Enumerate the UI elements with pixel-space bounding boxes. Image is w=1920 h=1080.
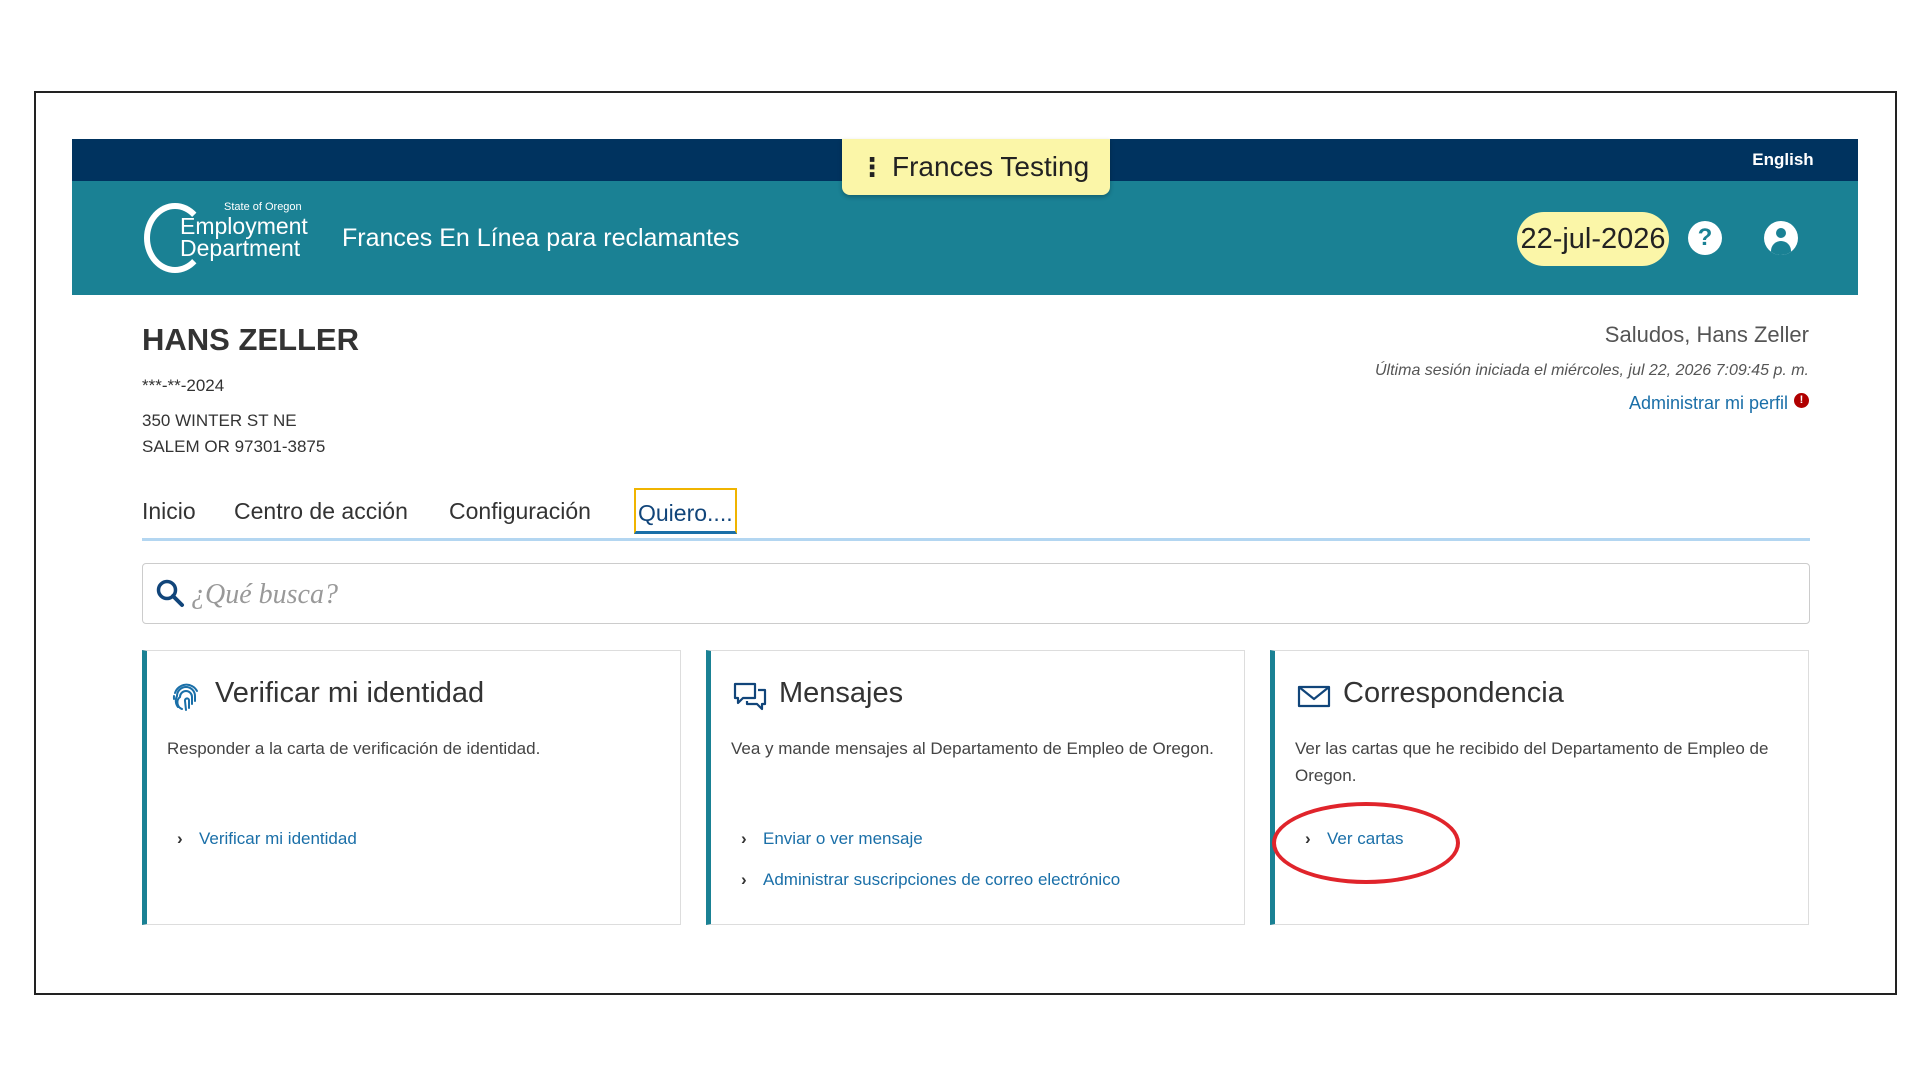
chat-bubbles-icon xyxy=(733,682,767,711)
claimant-name: HANS ZELLER xyxy=(142,322,359,357)
claimant-address-line2: SALEM OR 97301-3875 xyxy=(142,437,326,456)
greeting: Saludos, Hans Zeller xyxy=(1604,322,1809,347)
annotation-circle xyxy=(1272,802,1460,884)
envelope-icon xyxy=(1297,685,1331,708)
user-icon-head xyxy=(1776,228,1786,238)
card-title: Correspondencia xyxy=(1343,677,1564,709)
user-icon-body xyxy=(1771,241,1791,255)
tab-centro-de-accion[interactable]: Centro de acción xyxy=(234,488,408,534)
last-login-info: Última sesión iniciada el miércoles, jul… xyxy=(1375,362,1809,379)
claimant-ssn: ***-**-2024 xyxy=(142,376,225,395)
logo-text-line1: Employment xyxy=(180,213,308,239)
manage-profile-label: Administrar mi perfil xyxy=(1628,393,1788,413)
logo-text-line2: Department xyxy=(180,235,301,261)
card-description: Responder a la carta de verificación de … xyxy=(167,739,541,758)
link-label: Administrar suscripciones de correo elec… xyxy=(763,870,1121,889)
card-title: Verificar mi identidad xyxy=(215,677,485,709)
question-circle-icon[interactable]: ? xyxy=(1688,221,1722,255)
chevron-right-icon: › xyxy=(741,870,747,889)
claimant-address-line1: 350 WINTER ST NE xyxy=(142,411,297,430)
tab-quiero[interactable]: Quiero.... xyxy=(634,488,737,534)
environment-menu-tab[interactable]: ⋮ Frances Testing xyxy=(842,139,1110,195)
link-label: Enviar o ver mensaje xyxy=(763,829,923,848)
language-link[interactable]: English xyxy=(1708,139,1858,181)
link-enviar-mensaje[interactable]: › Enviar o ver mensaje xyxy=(741,829,923,849)
card-verificar-identidad: Verificar mi identidad Responder a la ca… xyxy=(142,650,681,925)
manage-profile-link[interactable]: Administrar mi perfil! xyxy=(1629,393,1809,414)
card-correspondencia: Correspondencia Ver las cartas que he re… xyxy=(1270,650,1809,925)
alert-badge-icon: ! xyxy=(1794,393,1809,408)
link-label: Verificar mi identidad xyxy=(199,829,357,848)
search-input[interactable] xyxy=(189,572,1793,618)
chevron-right-icon: › xyxy=(741,829,747,848)
app-header: State of Oregon Employment Department Fr… xyxy=(72,181,1858,295)
app-title: Frances En Línea para reclamantes xyxy=(342,224,740,252)
current-date-badge: 22-jul-2026 xyxy=(1517,212,1669,266)
user-circle-icon[interactable] xyxy=(1764,221,1798,255)
chevron-right-icon: › xyxy=(177,829,183,848)
employment-department-logo[interactable]: State of Oregon Employment Department xyxy=(144,199,314,279)
environment-label: Frances Testing xyxy=(892,151,1090,182)
link-verificar-identidad[interactable]: › Verificar mi identidad xyxy=(177,829,357,849)
card-description: Vea y mande mensajes al Departamento de … xyxy=(731,739,1214,758)
link-suscripciones-correo[interactable]: › Administrar suscripciones de correo ele… xyxy=(741,870,1120,890)
search-icon xyxy=(156,579,184,607)
search-box xyxy=(142,563,1810,624)
tab-inicio[interactable]: Inicio xyxy=(142,488,196,534)
card-mensajes: Mensajes Vea y mande mensajes al Departa… xyxy=(706,650,1245,925)
tab-configuracion[interactable]: Configuración xyxy=(449,488,591,534)
card-description: Ver las cartas que he recibido del Depar… xyxy=(1295,739,1769,785)
card-title: Mensajes xyxy=(779,677,904,709)
main-tabs: Inicio Centro de acción Configuración Qu… xyxy=(142,488,1810,541)
fingerprint-icon xyxy=(172,683,198,711)
logo-state-text: State of Oregon xyxy=(224,201,302,213)
kebab-menu-icon[interactable]: ⋮ xyxy=(852,152,892,183)
